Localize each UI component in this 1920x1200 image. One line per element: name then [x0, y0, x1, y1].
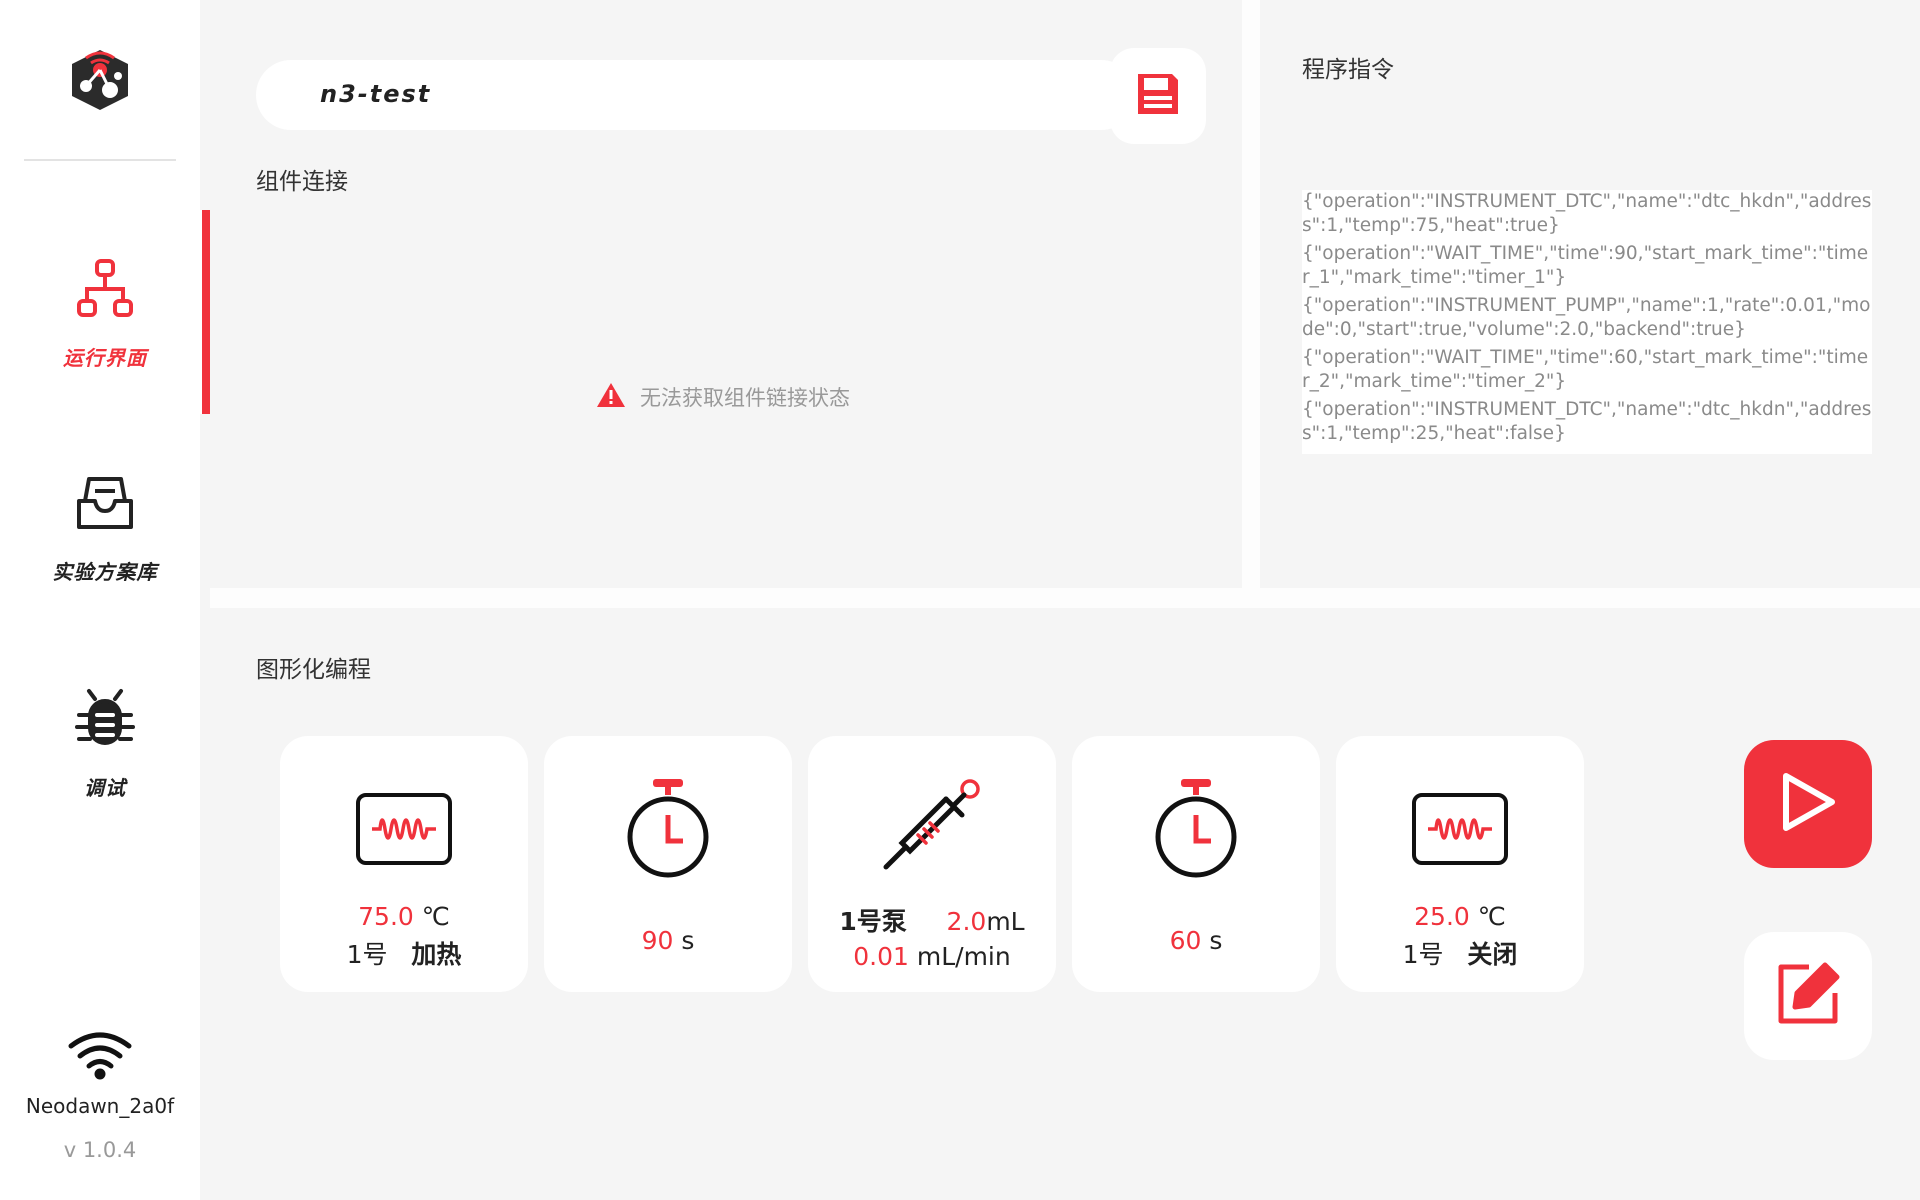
heater-icon — [349, 774, 459, 884]
nav-item-debug[interactable]: 调试 — [0, 640, 210, 844]
timer-value: 90 — [641, 926, 674, 955]
heater-temp-unit: ℃ — [421, 902, 450, 931]
program-commands-panel: 程序指令 {"operation":"INSTRUMENT_DTC","name… — [1260, 0, 1920, 588]
component-connection-title: 组件连接 — [256, 169, 348, 195]
pump-rate-unit: mL/min — [916, 942, 1011, 971]
save-icon — [1134, 70, 1182, 122]
nav-label-protocol-library: 实验方案库 — [52, 559, 158, 584]
sidebar: 运行界面 实验方案库 调试 Neodawn_2a0f v 1.0.4 — [0, 0, 210, 1200]
app-version: v 1.0.4 — [63, 1138, 137, 1162]
command-line: {"operation":"INSTRUMENT_DTC","name":"dt… — [1302, 191, 1872, 236]
panel-divider-horizontal — [210, 588, 1920, 608]
command-list: {"operation":"INSTRUMENT_DTC","name":"dt… — [1302, 190, 1872, 454]
warning-text: 无法获取组件链接状态 — [640, 386, 850, 410]
heater-temp-value: 25.0 — [1414, 902, 1470, 931]
warning-icon — [596, 382, 626, 412]
wifi-status: Neodawn_2a0f — [0, 1030, 200, 1118]
sidebar-divider — [24, 159, 176, 161]
timer-value: 60 — [1169, 926, 1202, 955]
pump-rate: 0.01 — [853, 942, 909, 971]
step-card-heater[interactable]: 75.0 ℃ 1号 加热 — [280, 736, 528, 992]
stopwatch-icon — [613, 774, 723, 884]
step-card-pump[interactable]: 1号泵 2.0mL 0.01 mL/min — [808, 736, 1056, 992]
heater-icon — [1405, 774, 1515, 884]
command-line: {"operation":"INSTRUMENT_DTC","name":"dt… — [1302, 399, 1872, 444]
command-line: {"operation":"WAIT_TIME","time":60,"star… — [1302, 347, 1869, 392]
pump-volume: 2.0 — [946, 907, 987, 936]
inbox-tray-icon — [70, 468, 140, 538]
wifi-name: Neodawn_2a0f — [25, 1094, 175, 1118]
heater-id: 1号 — [1402, 940, 1444, 969]
connection-warning: 无法获取组件链接状态 — [596, 382, 850, 412]
edit-button[interactable] — [1744, 932, 1872, 1060]
heater-temp-value: 75.0 — [358, 902, 414, 931]
panel-divider-vertical — [1242, 0, 1260, 588]
nav-label-debug: 调试 — [84, 775, 126, 800]
pump-volume-unit: mL — [986, 907, 1025, 936]
robot-logo-icon — [68, 46, 132, 114]
timer-unit: s — [1209, 926, 1223, 955]
run-button[interactable] — [1744, 740, 1872, 868]
nav-item-run[interactable]: 运行界面 — [0, 210, 210, 414]
program-name: n3-test — [320, 80, 432, 108]
timer-unit: s — [681, 926, 695, 955]
program-commands-title: 程序指令 — [1302, 57, 1394, 83]
command-line: {"operation":"INSTRUMENT_PUMP","name":1,… — [1302, 295, 1871, 340]
nav-item-protocol-library[interactable]: 实验方案库 — [0, 424, 210, 628]
command-line: {"operation":"WAIT_TIME","time":90,"star… — [1302, 243, 1869, 288]
nav-label-run: 运行界面 — [63, 345, 147, 370]
step-card-timer[interactable]: 90 s — [544, 736, 792, 992]
save-button[interactable] — [1110, 48, 1206, 144]
graphical-programming-title: 图形化编程 — [256, 657, 371, 683]
edit-icon — [1775, 961, 1841, 1031]
wifi-icon — [67, 1030, 133, 1084]
bug-icon — [70, 684, 140, 754]
step-card-timer[interactable]: 60 s — [1072, 736, 1320, 992]
step-card-heater[interactable]: 25.0 ℃ 1号 关闭 — [1336, 736, 1584, 992]
heater-temp-unit: ℃ — [1477, 902, 1506, 931]
heater-action: 加热 — [411, 940, 462, 969]
stopwatch-icon — [1141, 774, 1251, 884]
hierarchy-icon — [70, 254, 140, 324]
pump-id: 1号泵 — [839, 907, 907, 936]
syringe-icon — [877, 774, 987, 884]
heater-id: 1号 — [346, 940, 388, 969]
heater-action: 关闭 — [1467, 940, 1518, 969]
play-icon — [1778, 770, 1838, 838]
